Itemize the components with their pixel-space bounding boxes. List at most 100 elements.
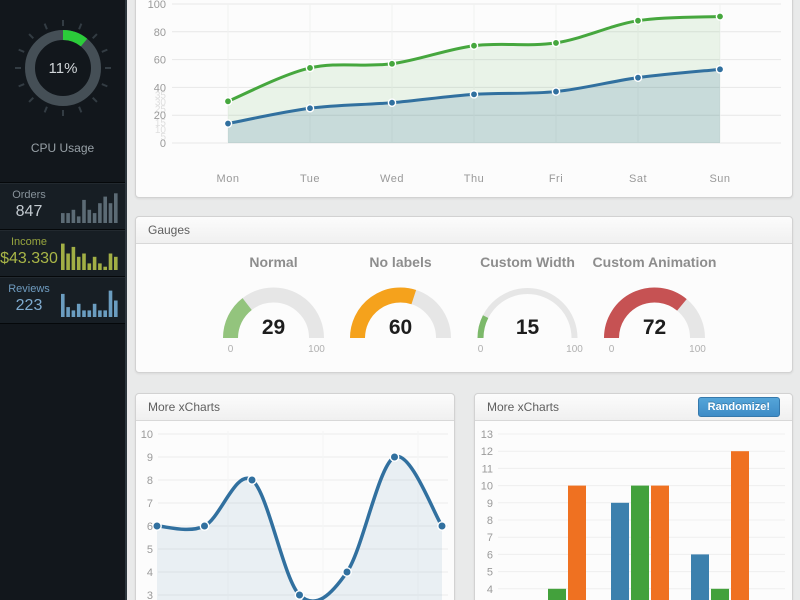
bar-chart-panel-header: More xCharts Randomize! [475,394,792,421]
spark-bar [61,244,65,270]
x-tick-label: Tue [300,173,320,185]
line-chart-panel-header: More xCharts [136,394,454,421]
gauge-normal: Normal290100 [210,254,337,363]
y-tick-label: 8 [147,475,153,487]
spark-bar [82,200,86,223]
x-tick-label: Wed [380,173,404,185]
sidebar: 11% CPU Usage Orders847Income$43.330Revi… [0,0,127,600]
stat-row-income: Income$43.330 [0,229,125,276]
cpu-gauge-tick [44,24,46,30]
sidebar-stats: Orders847Income$43.330 Reviews 223 [0,182,125,324]
y-tick-label: 7 [147,498,153,510]
data-point-upper [634,17,641,24]
y-tick-label: 11 [482,463,493,475]
bar-chart: 45678910111213 [475,421,792,600]
cpu-value-label: 11% [48,60,77,77]
cpu-gauge-tick [92,34,96,38]
data-point [343,568,351,576]
spark-bar [61,294,65,317]
bar-chart-panel-title: More xCharts [487,400,559,414]
cpu-usage-gauge: 11% [3,6,123,132]
spark-bar [109,291,113,317]
data-point-upper [552,39,559,46]
y-tick-label: 10 [141,429,153,441]
spark-bar [61,213,65,223]
x-tick-label: Sun [709,173,730,185]
bar-green [548,589,566,600]
y-tick-label: 5 [147,544,153,556]
gauge-min-label: 0 [609,344,615,355]
data-point [295,591,303,599]
stat-label: Reviews [0,283,58,295]
gauges-body: Normal290100No labels60Custom Width15010… [136,244,792,363]
stat-value: 223 [0,297,58,315]
cpu-gauge-tick [79,24,81,30]
bar-chart-panel: More xCharts Randomize! 45678910111213 [474,393,793,600]
gauge-max-label: 100 [308,344,325,355]
stat-sparkline [61,283,121,317]
cpu-gauge-tick [29,34,33,38]
spark-bar [66,213,70,223]
spark-bar [93,213,97,223]
data-point-upper [388,60,395,67]
gauge-arc-chart: 150100 [464,272,591,358]
gauge-arc-chart: 290100 [210,272,337,358]
data-point-lower [634,74,641,81]
line-chart: 345678910 [136,421,454,600]
stat-row-orders: Orders847 [0,182,125,229]
line-chart-panel: More xCharts 345678910 [135,393,455,600]
y-tick-label: 3 [147,590,153,600]
randomize-button[interactable]: Randomize! [698,397,780,417]
gauge-custom-animation: Custom Animation720100 [591,254,718,363]
stat-value: 847 [0,203,58,221]
gauge-min-label: 0 [478,344,484,355]
y-tick-label: 10 [481,481,493,493]
spark-bar [103,267,107,270]
bar-blue [691,554,709,600]
gauge-min-label: 0 [228,344,234,355]
x-tick-label: Fri [549,173,563,185]
bar-orange [731,451,749,600]
data-point [153,522,161,530]
data-point-lower [306,105,313,112]
cpu-gauge-tick [18,84,24,86]
data-point-lower [224,120,231,127]
cpu-gauge-tick [44,107,46,113]
gauge-title: No labels [337,254,464,270]
spark-bar [93,257,97,270]
gauge-max-label: 100 [689,344,706,355]
gauge-title: Custom Width [464,254,591,270]
gauge-arc-chart: 60 [337,272,464,358]
data-point-upper [716,13,723,20]
spark-bar [88,210,92,223]
spark-bar [77,216,81,223]
y-tick-ghost-label: 35 [155,90,167,101]
spark-bar [77,304,81,317]
y-tick-label: 6 [487,549,493,561]
dashboard-page: 11% CPU Usage Orders847Income$43.330Revi… [0,0,800,600]
spark-bar [98,203,102,223]
bar-green [711,589,729,600]
bar-orange [651,486,669,600]
gauge-custom-width: Custom Width 150100 [464,254,591,363]
stat-row-reviews: Reviews 223 [0,276,125,324]
y-tick-label: 80 [154,27,166,39]
data-point-upper [306,64,313,71]
weekly-area-chart-panel: 02040608010051015253035MonTueWedThuFriSa… [135,0,793,198]
gauge-no-labels: No labels 60 [337,254,464,363]
line-chart-panel-title: More xCharts [148,400,220,414]
data-point-lower [552,88,559,95]
gauge-value-label: 60 [389,316,412,339]
y-tick-label: 7 [487,532,493,544]
cpu-gauge-tick [101,84,107,86]
data-point-upper [470,42,477,49]
spark-bar [72,247,76,270]
gauge-value-label: 72 [643,316,666,339]
cpu-gauge-tick [79,107,81,113]
spark-bar [77,257,81,270]
spark-bar [103,310,107,317]
bar-green [631,486,649,600]
stat-label: Income [0,236,58,248]
spark-bar [114,257,118,270]
y-tick-label: 5 [487,567,493,579]
